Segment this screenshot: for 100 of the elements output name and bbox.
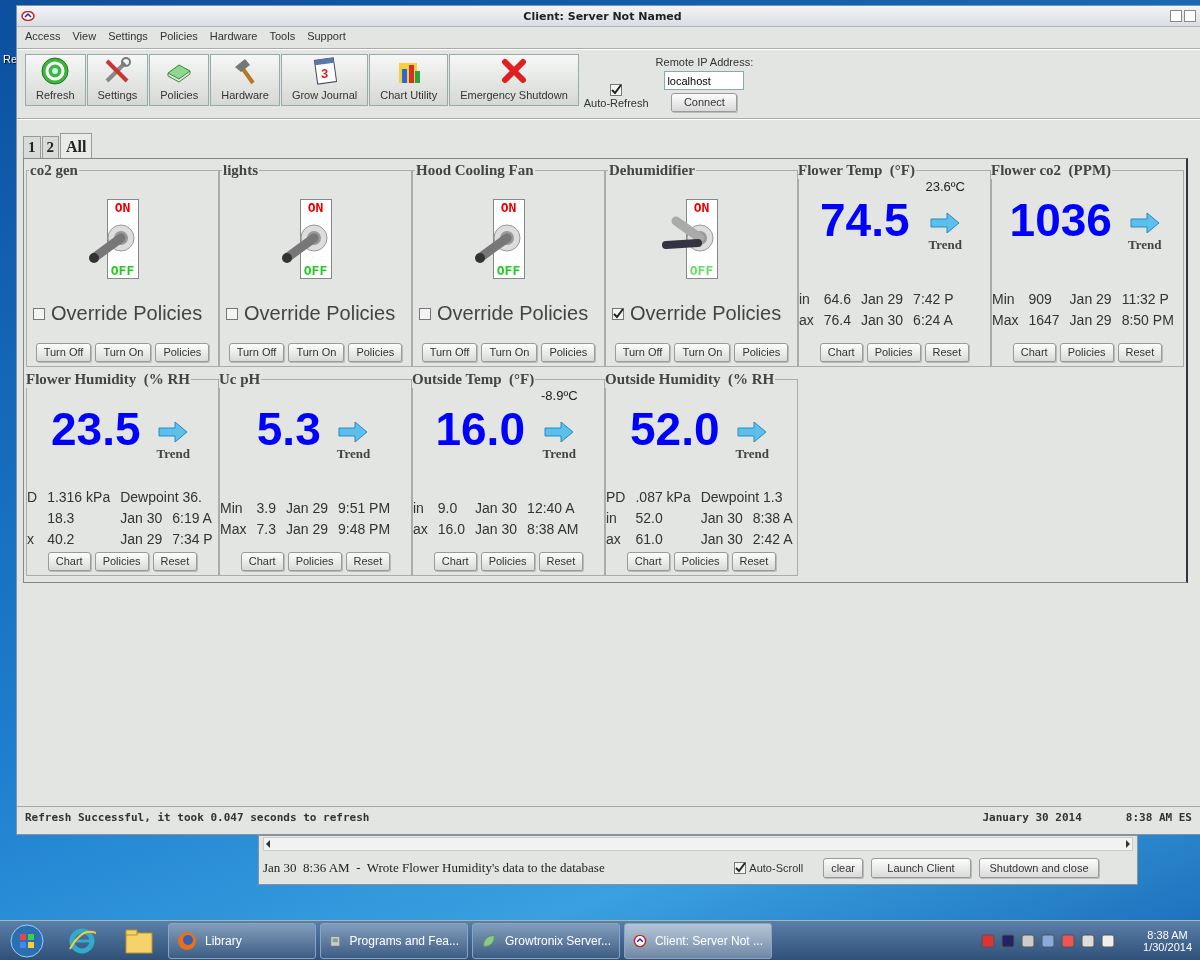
checkbox[interactable] xyxy=(612,307,624,320)
checkbox[interactable] xyxy=(33,307,45,320)
browser-icon[interactable] xyxy=(68,927,96,955)
panel-button[interactable]: Reset xyxy=(538,552,584,571)
menu-item[interactable]: Tools xyxy=(269,30,296,45)
panel-button[interactable]: Chart xyxy=(433,552,477,571)
arrow-icon xyxy=(1128,211,1161,235)
toolbar-button[interactable]: 3 Grow Journal xyxy=(280,54,369,106)
stat-value: 1.316 kPa xyxy=(47,489,111,505)
checkbox[interactable] xyxy=(419,307,431,320)
stat-value: 64.6 xyxy=(823,290,852,307)
panel-button[interactable]: Turn Off xyxy=(35,343,92,362)
panel-button[interactable]: Reset xyxy=(345,552,391,571)
stat-label: ax xyxy=(606,531,622,547)
panel-button[interactable]: Turn Off xyxy=(614,343,671,362)
switch-off-label: OFF xyxy=(689,263,714,278)
stat-date: Jan 30 xyxy=(700,510,743,526)
panel-button[interactable]: Turn On xyxy=(288,343,345,362)
panel-button[interactable]: Reset xyxy=(1117,343,1163,362)
ip-field[interactable]: localhost xyxy=(664,71,745,90)
taskbar-button[interactable]: Growtronix Server... xyxy=(472,923,620,959)
stat-label: Max xyxy=(220,520,247,537)
server-button[interactable]: Shutdown and close xyxy=(979,858,1099,878)
stat-time: 6:19 A xyxy=(172,510,213,526)
panel-button[interactable]: Reset xyxy=(731,552,777,571)
start-button-icon[interactable] xyxy=(10,924,44,958)
panel-button[interactable]: Chart xyxy=(1012,343,1056,362)
panel-button[interactable]: Turn On xyxy=(95,343,152,362)
stat-label: in xyxy=(799,290,811,307)
taskbar-button[interactable]: Library xyxy=(168,923,316,959)
menu-item[interactable]: Policies xyxy=(159,30,198,45)
tab[interactable]: 1 xyxy=(23,136,41,158)
refresh-icon xyxy=(41,57,70,85)
app-icon xyxy=(21,11,35,21)
menu-item[interactable]: View xyxy=(72,30,97,45)
panel-button[interactable]: Turn On xyxy=(674,343,731,362)
stat-label: ax xyxy=(799,311,814,328)
trend-label: Trend xyxy=(156,446,190,462)
stat-date: Jan 29 xyxy=(1069,311,1112,328)
menu-item[interactable]: Access xyxy=(25,30,61,45)
folder-icon[interactable] xyxy=(124,927,154,955)
switch-on-label: ON xyxy=(307,200,324,215)
toolbar-button[interactable]: Refresh xyxy=(25,54,86,106)
panel-button[interactable]: Policies xyxy=(673,552,728,571)
stat-value: 18.3 xyxy=(47,510,76,526)
stat-date: Jan 29 xyxy=(285,499,328,516)
checkbox[interactable] xyxy=(734,862,747,874)
stat-value: 16.0 xyxy=(437,520,466,537)
checkbox[interactable] xyxy=(226,307,238,320)
menu-item[interactable]: Settings xyxy=(108,30,148,45)
switch-on-label: ON xyxy=(114,200,131,215)
panel-button[interactable]: Reset xyxy=(152,552,198,571)
panel-button[interactable]: Policies xyxy=(480,552,535,571)
checkbox[interactable] xyxy=(610,84,623,96)
connect-button[interactable]: Connect xyxy=(671,93,738,112)
arrow-icon xyxy=(157,420,190,444)
taskbar-button[interactable]: Programs and Fea... xyxy=(320,923,468,959)
sensor-reading: 74.5 xyxy=(820,195,910,245)
clock-date[interactable]: 1/30/2014 xyxy=(1143,941,1192,953)
panel-button[interactable]: Turn On xyxy=(481,343,538,362)
panel-button[interactable]: Turn Off xyxy=(228,343,285,362)
settings-icon xyxy=(103,57,132,85)
panel-button[interactable]: Policies xyxy=(287,552,342,571)
scroll-right-icon[interactable] xyxy=(1124,839,1132,849)
trend-label: Trend xyxy=(735,446,769,462)
panel-button[interactable]: Policies xyxy=(348,343,403,362)
panel-button[interactable]: Policies xyxy=(541,343,596,362)
panel-button[interactable]: Policies xyxy=(1059,343,1114,362)
menu-item[interactable]: Hardware xyxy=(209,30,258,45)
panel-button[interactable]: Chart xyxy=(240,552,284,571)
panel-button[interactable]: Chart xyxy=(819,343,863,362)
panel-button[interactable]: Policies xyxy=(866,343,921,362)
toolbar-button[interactable]: Emergency Shutdown xyxy=(449,54,579,106)
stat-time: 9:51 PM xyxy=(337,499,391,516)
stat-time: 6:24 A xyxy=(913,311,954,328)
override-label: Override Policies xyxy=(630,302,782,325)
desktop-icon-label[interactable]: Re xyxy=(3,53,18,65)
scroll-left-icon[interactable] xyxy=(264,839,272,849)
stat-date: Jan 29 xyxy=(120,531,163,547)
menu-item[interactable]: Support xyxy=(307,30,346,45)
tab[interactable]: 2 xyxy=(41,136,59,158)
panel-title: lights xyxy=(222,162,259,179)
switch-off-label: OFF xyxy=(110,263,135,278)
sensor-reading: 1036 xyxy=(1009,195,1112,245)
panel-button[interactable]: Policies xyxy=(155,343,210,362)
panel-button[interactable]: Chart xyxy=(626,552,670,571)
panel-button[interactable]: Policies xyxy=(94,552,149,571)
panel-button[interactable]: Reset xyxy=(924,343,970,362)
toolbar-button[interactable]: Settings xyxy=(86,54,149,106)
tab[interactable]: All xyxy=(60,133,93,158)
panel-button[interactable]: Turn Off xyxy=(421,343,478,362)
clock-time[interactable]: 8:38 AM xyxy=(1147,929,1188,941)
toolbar-button[interactable]: Hardware xyxy=(210,54,280,106)
panel-button[interactable]: Policies xyxy=(734,343,789,362)
panel-title: Outside Humidity (% RH xyxy=(606,372,776,388)
toolbar-button[interactable]: Policies xyxy=(149,54,210,106)
toolbar-button[interactable]: Chart Utility xyxy=(369,54,449,106)
panel-button[interactable]: Chart xyxy=(47,552,91,571)
server-button[interactable]: Launch Client xyxy=(871,858,971,878)
server-button[interactable]: clear xyxy=(823,858,863,878)
